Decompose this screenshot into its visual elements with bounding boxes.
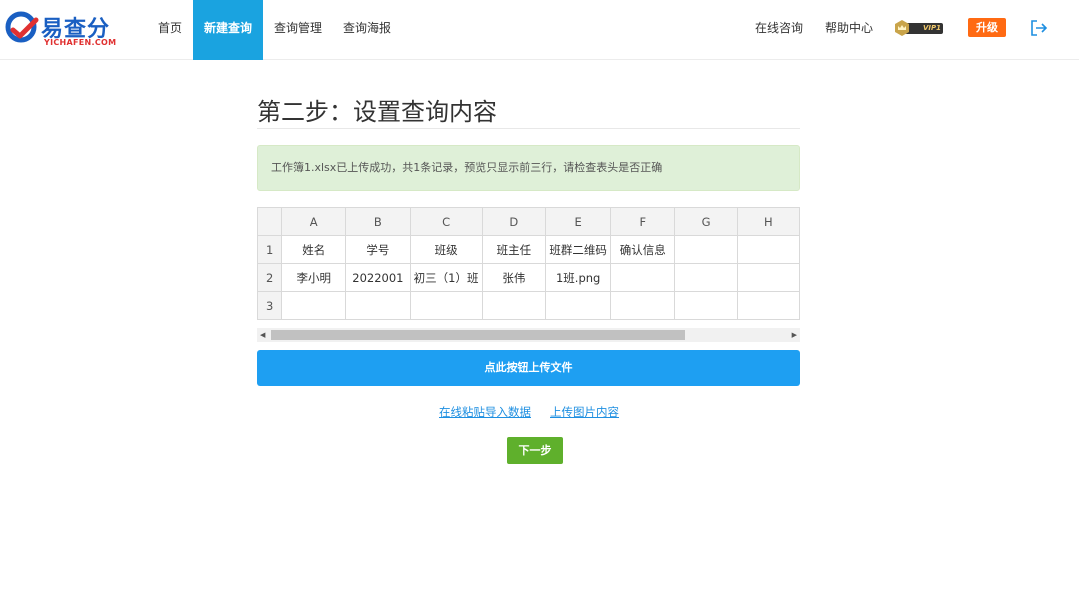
table-cell[interactable]: 学号 xyxy=(345,235,411,264)
table-cell[interactable]: 班主任 xyxy=(481,235,547,264)
column-header[interactable]: H xyxy=(736,207,800,236)
table-cell[interactable] xyxy=(674,235,738,264)
table-cell[interactable] xyxy=(736,263,800,292)
next-step-button[interactable]: 下一步 xyxy=(507,437,563,464)
table-cell[interactable] xyxy=(610,291,676,320)
table-cell[interactable]: 班级 xyxy=(409,235,483,264)
table-cell[interactable] xyxy=(345,291,411,320)
spreadsheet-preview[interactable]: A B C D E F G H 1 姓名 学号 班级 班主任 班群二维码 确认信… xyxy=(257,207,800,342)
table-row: 1 姓名 学号 班级 班主任 班群二维码 确认信息 xyxy=(257,235,800,264)
table-cell[interactable]: 姓名 xyxy=(281,235,347,264)
table-cell[interactable] xyxy=(481,291,547,320)
paste-import-link[interactable]: 在线粘贴导入数据 xyxy=(439,404,531,420)
logo-subtext: YICHAFEN.COM xyxy=(44,38,117,47)
table-cell[interactable]: 1班.png xyxy=(545,263,612,292)
scrollbar-thumb[interactable] xyxy=(271,330,685,340)
column-header-row: A B C D E F G H xyxy=(257,207,800,236)
vip-badge[interactable]: VIP1 xyxy=(894,19,944,37)
corner-cell xyxy=(257,207,283,236)
upgrade-button[interactable]: 升级 xyxy=(968,18,1006,37)
upload-file-button[interactable]: 点此按钮上传文件 xyxy=(257,350,800,386)
table-cell[interactable] xyxy=(674,263,738,292)
scroll-left-arrow-icon[interactable]: ◀ xyxy=(260,331,265,339)
table-cell[interactable]: 确认信息 xyxy=(610,235,676,264)
vip-bar: VIP1 xyxy=(905,23,943,34)
online-consult-link[interactable]: 在线咨询 xyxy=(755,0,803,60)
nav-home[interactable]: 首页 xyxy=(146,0,194,60)
table-cell[interactable]: 班群二维码 xyxy=(545,235,612,264)
top-header: 易查分 YICHAFEN.COM 首页 新建查询 查询管理 查询海报 在线咨询 … xyxy=(0,0,1079,60)
table-cell[interactable] xyxy=(736,235,800,264)
table-cell[interactable]: 张伟 xyxy=(481,263,547,292)
logo-check-icon xyxy=(5,11,39,43)
column-header[interactable]: B xyxy=(345,207,411,236)
spreadsheet-table: A B C D E F G H 1 姓名 学号 班级 班主任 班群二维码 确认信… xyxy=(257,207,800,320)
vip-label: VIP1 xyxy=(923,24,942,32)
column-header[interactable]: G xyxy=(674,207,738,236)
table-cell[interactable] xyxy=(674,291,738,320)
site-logo[interactable]: 易查分 YICHAFEN.COM xyxy=(4,8,122,50)
table-cell[interactable] xyxy=(281,291,347,320)
column-header[interactable]: F xyxy=(610,207,676,236)
column-header[interactable]: D xyxy=(481,207,547,236)
title-divider xyxy=(257,128,800,129)
table-cell[interactable]: 2022001 xyxy=(345,263,411,292)
column-header[interactable]: C xyxy=(409,207,483,236)
upload-success-alert: 工作簿1.xlsx已上传成功，共1条记录，预览只显示前三行，请检查表头是否正确 xyxy=(257,145,800,191)
table-cell[interactable]: 初三（1）班 xyxy=(409,263,483,292)
table-cell[interactable] xyxy=(610,263,676,292)
nav-new-query[interactable]: 新建查询 xyxy=(193,0,263,60)
table-cell[interactable] xyxy=(736,291,800,320)
scroll-right-arrow-icon[interactable]: ▶ xyxy=(792,331,797,339)
nav-query-poster[interactable]: 查询海报 xyxy=(333,0,401,60)
page-title: 第二步：设置查询内容 xyxy=(257,98,497,126)
logout-icon[interactable] xyxy=(1030,19,1048,37)
table-row: 3 xyxy=(257,291,800,320)
horizontal-scrollbar[interactable]: ◀ ▶ xyxy=(257,328,800,342)
nav-query-management[interactable]: 查询管理 xyxy=(264,0,332,60)
table-row: 2 李小明 2022001 初三（1）班 张伟 1班.png xyxy=(257,263,800,292)
help-center-link[interactable]: 帮助中心 xyxy=(825,0,873,60)
row-number[interactable]: 1 xyxy=(257,235,283,264)
table-cell[interactable] xyxy=(409,291,483,320)
row-number[interactable]: 3 xyxy=(257,291,283,320)
row-number[interactable]: 2 xyxy=(257,263,283,292)
table-cell[interactable]: 李小明 xyxy=(281,263,347,292)
upload-image-link[interactable]: 上传图片内容 xyxy=(550,404,619,420)
column-header[interactable]: E xyxy=(545,207,612,236)
crown-icon xyxy=(895,20,909,36)
table-cell[interactable] xyxy=(545,291,612,320)
column-header[interactable]: A xyxy=(281,207,347,236)
